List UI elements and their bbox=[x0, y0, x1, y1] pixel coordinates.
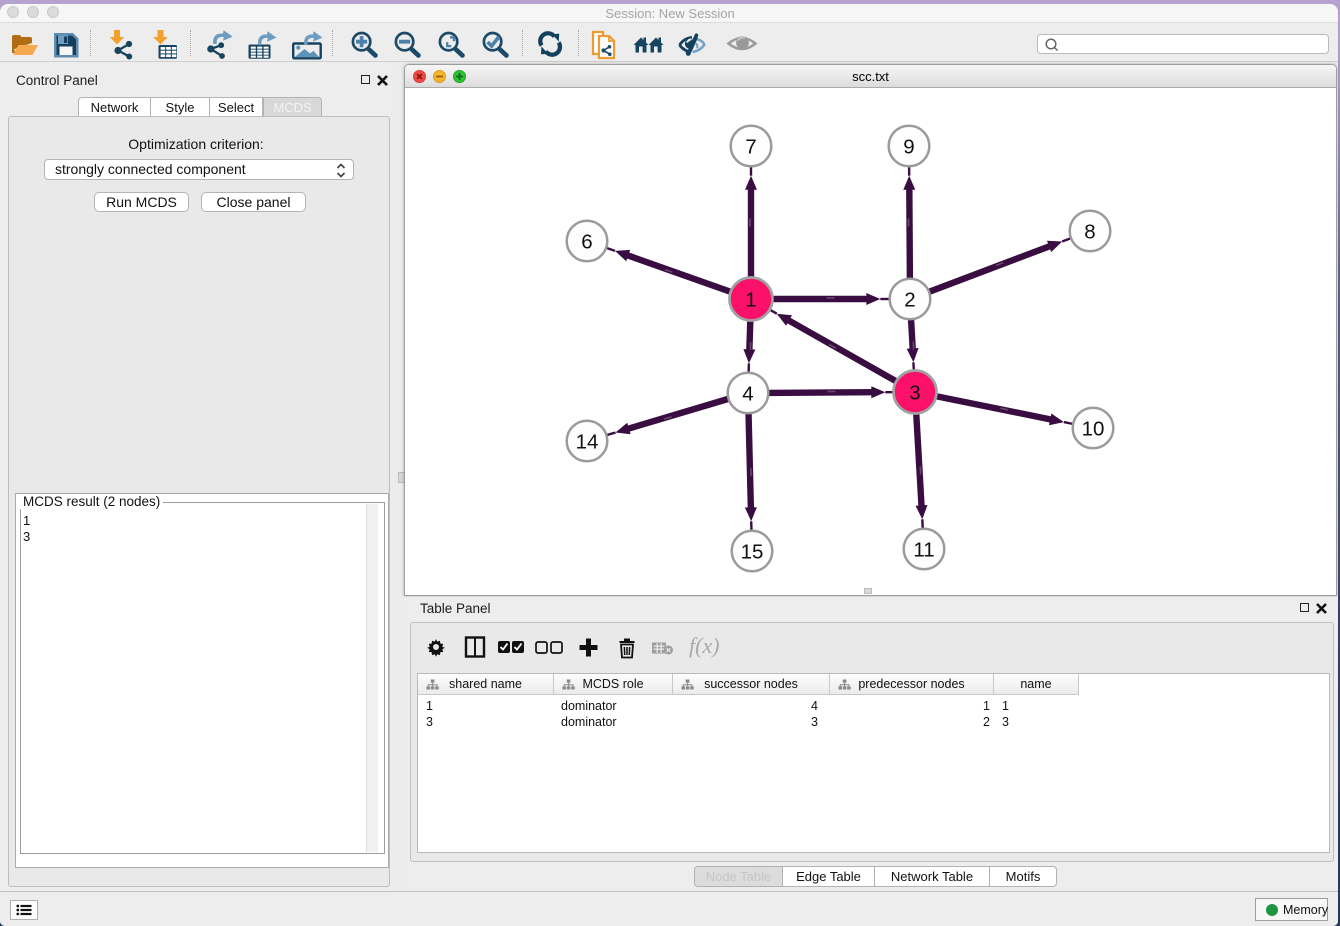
svg-text:14: 14 bbox=[576, 431, 599, 454]
svg-text:2: 2 bbox=[904, 289, 915, 312]
svg-text:10: 10 bbox=[1082, 418, 1105, 441]
svg-text:1: 1 bbox=[745, 289, 756, 312]
svg-text:9: 9 bbox=[903, 136, 914, 159]
svg-text:3: 3 bbox=[909, 382, 920, 405]
svg-text:4: 4 bbox=[742, 383, 753, 406]
svg-text:6: 6 bbox=[581, 231, 592, 254]
svg-text:11: 11 bbox=[913, 539, 934, 562]
svg-text:15: 15 bbox=[741, 541, 764, 564]
svg-text:8: 8 bbox=[1084, 221, 1095, 244]
svg-text:7: 7 bbox=[745, 136, 756, 159]
